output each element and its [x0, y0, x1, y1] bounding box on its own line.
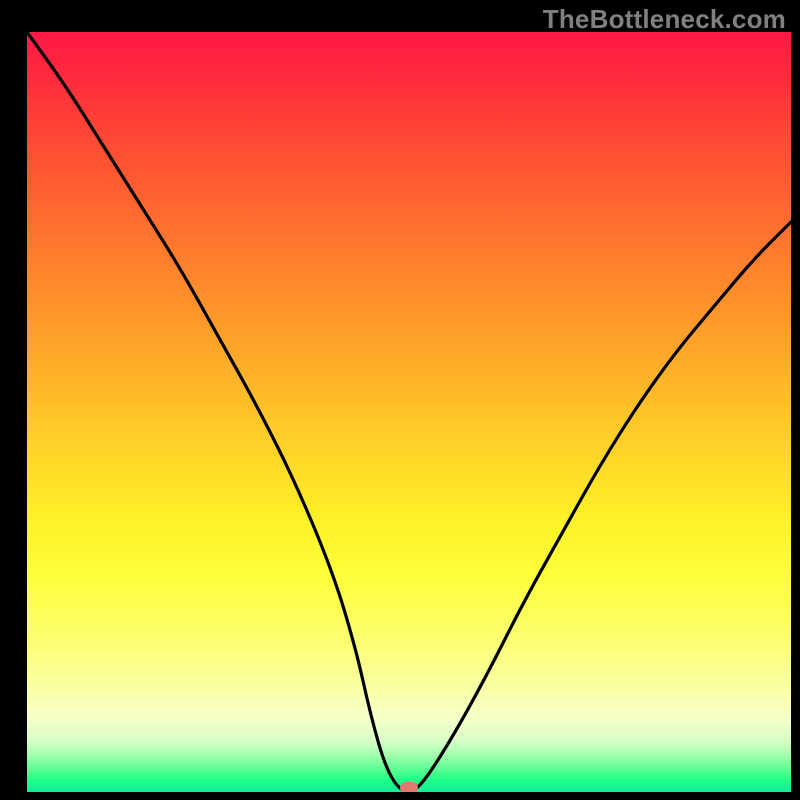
curve-svg: [27, 32, 791, 792]
plot-area: [27, 32, 791, 792]
bottleneck-curve: [27, 32, 791, 792]
minimum-marker: [400, 782, 418, 792]
chart-container: TheBottleneck.com: [0, 0, 800, 800]
watermark-text: TheBottleneck.com: [543, 4, 786, 35]
